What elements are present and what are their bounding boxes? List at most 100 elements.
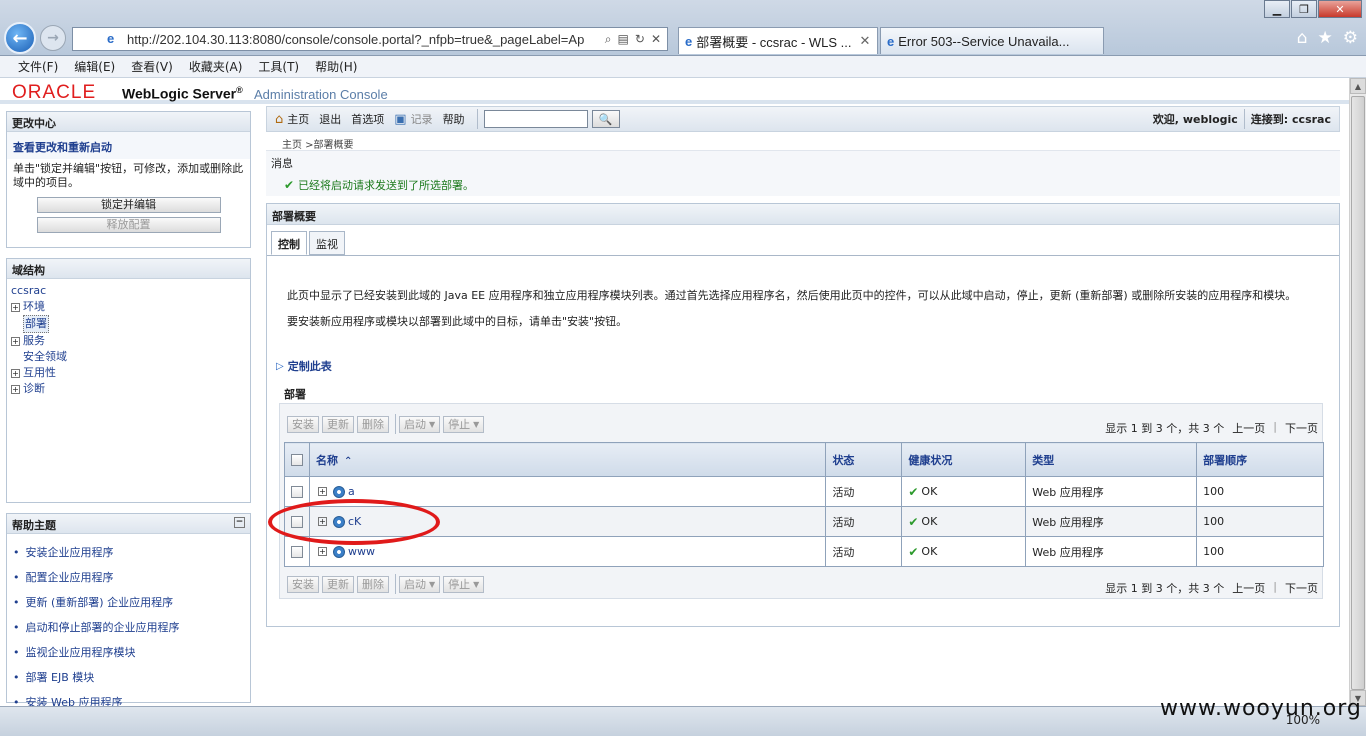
- app-name-link[interactable]: a: [348, 485, 355, 498]
- release-config-button[interactable]: 释放配置: [36, 217, 221, 233]
- tab-monitoring[interactable]: 监视: [309, 231, 345, 255]
- col-state[interactable]: 状态: [825, 442, 903, 477]
- scroll-thumb[interactable]: [1351, 96, 1365, 690]
- tree-item-diagnostics[interactable]: + 诊断: [11, 381, 246, 397]
- row-checkbox[interactable]: [291, 546, 303, 558]
- row-checkbox[interactable]: [291, 486, 303, 498]
- select-all-checkbox[interactable]: [291, 454, 303, 466]
- help-link[interactable]: 部署 EJB 模块: [13, 669, 244, 685]
- help-link[interactable]: 帮助: [443, 111, 465, 127]
- logout-link[interactable]: 退出: [319, 111, 341, 127]
- col-type[interactable]: 类型: [1025, 442, 1198, 477]
- divider: [476, 109, 478, 129]
- update-button[interactable]: 更新: [322, 575, 354, 593]
- tools-gear-icon[interactable]: ⚙: [1343, 28, 1358, 48]
- start-dropdown[interactable]: 启动 ▼: [399, 575, 441, 593]
- vertical-scrollbar[interactable]: ▲ ▼: [1349, 78, 1366, 706]
- expand-icon[interactable]: +: [317, 547, 327, 556]
- watermark: www.wooyun.org: [1160, 696, 1362, 721]
- type-cell: Web 应用程序: [1025, 506, 1198, 537]
- menu-view[interactable]: 查看(V): [131, 58, 173, 75]
- tree-item-services[interactable]: + 服务: [11, 333, 246, 349]
- divider: [395, 414, 396, 434]
- panel-title: 更改中心: [7, 112, 250, 132]
- install-button[interactable]: 安装: [287, 575, 319, 593]
- help-link[interactable]: 安装企业应用程序: [13, 544, 244, 560]
- stop-icon[interactable]: ✕: [651, 32, 661, 47]
- col-health[interactable]: 健康状况: [901, 442, 1027, 477]
- help-link[interactable]: 更新 (重新部署) 企业应用程序: [13, 594, 244, 610]
- scroll-up-icon[interactable]: ▲: [1350, 78, 1366, 94]
- lock-edit-button[interactable]: 锁定并编辑: [36, 197, 221, 213]
- refresh-icon[interactable]: ↻: [635, 32, 645, 47]
- home-link[interactable]: ⌂ 主页: [275, 111, 309, 127]
- preferences-link[interactable]: 首选项: [351, 111, 384, 127]
- menu-help[interactable]: 帮助(H): [315, 58, 357, 75]
- collapse-icon[interactable]: −: [234, 517, 245, 528]
- search-input[interactable]: [483, 110, 588, 128]
- menu-favorites[interactable]: 收藏夹(A): [189, 58, 243, 75]
- help-link[interactable]: 配置企业应用程序: [13, 569, 244, 585]
- menu-file[interactable]: 文件(F): [18, 58, 58, 75]
- search-button[interactable]: 🔍: [591, 110, 620, 128]
- expand-icon[interactable]: +: [11, 384, 20, 394]
- tree-item-security-realms[interactable]: 安全领域: [11, 349, 246, 365]
- stop-dropdown[interactable]: 停止 ▼: [443, 415, 485, 433]
- order-cell: 100: [1196, 536, 1324, 567]
- tab-error[interactable]: e Error 503--Service Unavaila...: [880, 27, 1104, 54]
- delete-button[interactable]: 删除: [357, 415, 389, 433]
- tree-item-interoperability[interactable]: + 互用性: [11, 365, 246, 381]
- menu-edit[interactable]: 编辑(E): [74, 58, 115, 75]
- favorites-icon[interactable]: ★: [1318, 28, 1333, 48]
- prev-page-link[interactable]: 上一页: [1232, 420, 1265, 436]
- forward-button[interactable]: →: [40, 25, 66, 51]
- search-icon[interactable]: ⌕: [605, 32, 612, 47]
- home-icon[interactable]: ⌂: [1297, 28, 1308, 48]
- start-dropdown[interactable]: 启动 ▼: [399, 415, 441, 433]
- breadcrumb[interactable]: 主页 >部署概要: [282, 136, 354, 151]
- update-button[interactable]: 更新: [322, 415, 354, 433]
- expand-icon[interactable]: +: [11, 302, 20, 312]
- browser-chrome: ▁ ❐ ✕ ← → e http://202.104.30.113:8080/c…: [0, 0, 1366, 56]
- oracle-logo: ORACLE: [12, 82, 97, 103]
- next-page-link[interactable]: 下一页: [1285, 420, 1318, 436]
- maximize-icon[interactable]: ❐: [1291, 0, 1317, 18]
- close-icon[interactable]: ✕: [1318, 0, 1362, 18]
- sort-ascending-icon[interactable]: ⌃: [344, 456, 352, 467]
- app-name-link[interactable]: www: [348, 545, 375, 558]
- table-row: + www 活动 ✔ OK Web 应用程序 100: [284, 536, 1324, 567]
- address-bar[interactable]: e http://202.104.30.113:8080/console/con…: [72, 27, 668, 51]
- compat-icon[interactable]: ▤: [618, 32, 629, 47]
- chevron-down-icon: ▼: [473, 419, 480, 429]
- select-all-cell: [284, 442, 310, 477]
- tree-item-deployments[interactable]: 部署: [11, 315, 246, 333]
- next-page-link[interactable]: 下一页: [1285, 580, 1318, 596]
- customize-table-link[interactable]: ▷ 定制此表: [276, 358, 332, 374]
- record-link[interactable]: ▣ 记录: [394, 111, 432, 127]
- col-name[interactable]: 名称 ⌃: [308, 442, 827, 477]
- menu-tools[interactable]: 工具(T): [258, 58, 299, 75]
- expand-icon[interactable]: +: [11, 336, 20, 346]
- prev-page-link[interactable]: 上一页: [1232, 580, 1265, 596]
- install-button[interactable]: 安装: [287, 415, 319, 433]
- expand-icon[interactable]: +: [317, 487, 327, 496]
- col-order[interactable]: 部署顺序: [1196, 442, 1324, 477]
- close-tab-icon[interactable]: ✕: [860, 33, 871, 49]
- tab-control[interactable]: 控制: [271, 231, 307, 255]
- back-button[interactable]: ←: [4, 22, 36, 54]
- help-link[interactable]: 启动和停止部署的企业应用程序: [13, 619, 244, 635]
- help-link[interactable]: 监视企业应用程序模块: [13, 644, 244, 660]
- help-list: 安装企业应用程序 配置企业应用程序 更新 (重新部署) 企业应用程序 启动和停止…: [7, 534, 250, 729]
- order-cell: 100: [1196, 476, 1324, 507]
- tree-item-environment[interactable]: + 环境: [11, 299, 246, 315]
- view-changes-link[interactable]: 查看更改和重新启动: [7, 132, 250, 159]
- pager-bottom: 显示 1 到 3 个，共 3 个 上一页 | 下一页: [1105, 580, 1318, 596]
- tree-root[interactable]: ccsrac: [11, 283, 246, 299]
- url-text: http://202.104.30.113:8080/console/conso…: [127, 31, 585, 47]
- tab-deployments[interactable]: e 部署概要 - ccsrac - WLS ... ✕: [678, 27, 878, 54]
- delete-button[interactable]: 删除: [357, 575, 389, 593]
- stop-dropdown[interactable]: 停止 ▼: [443, 575, 485, 593]
- minimize-icon[interactable]: ▁: [1264, 0, 1290, 18]
- expand-icon[interactable]: +: [11, 368, 20, 378]
- tab-divider: [267, 255, 1339, 256]
